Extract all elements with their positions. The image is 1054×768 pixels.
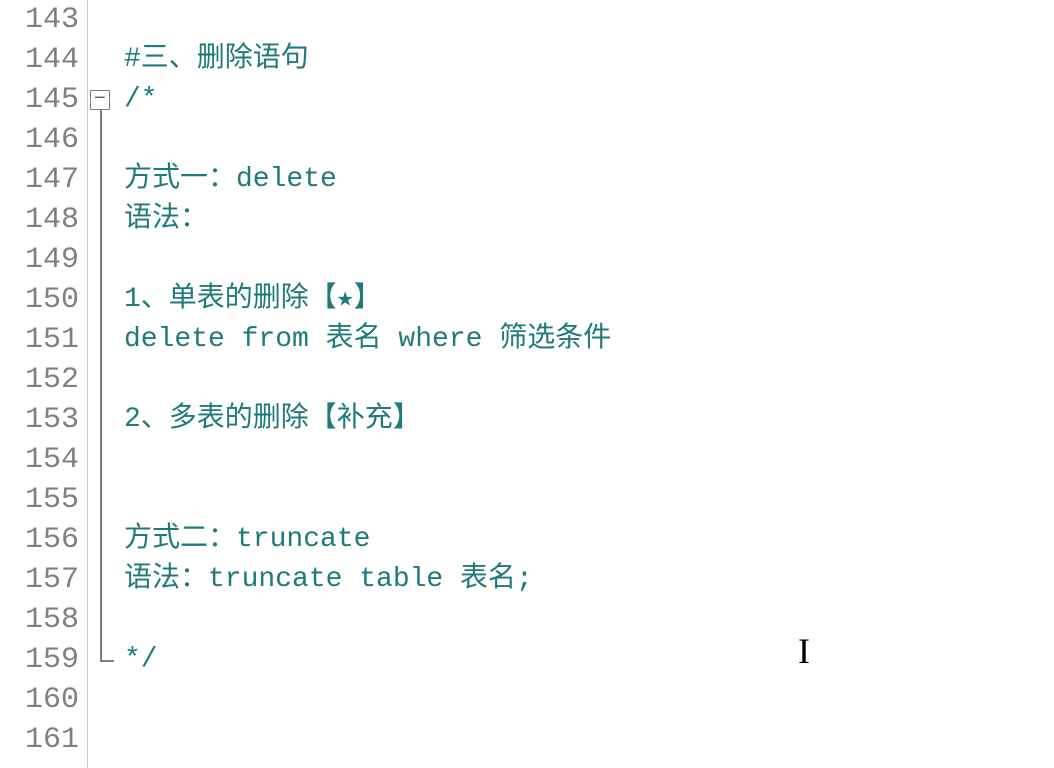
line-number: 148 <box>0 200 87 240</box>
code-line[interactable]: 方式二：truncate <box>118 520 1054 560</box>
code-line[interactable] <box>118 360 1054 400</box>
line-number: 143 <box>0 0 87 40</box>
code-line[interactable] <box>118 0 1054 40</box>
code-line[interactable]: 1、单表的删除【★】 <box>118 280 1054 320</box>
line-number: 155 <box>0 480 87 520</box>
line-number: 149 <box>0 240 87 280</box>
code-line[interactable]: */ <box>118 640 1054 680</box>
code-line[interactable] <box>118 680 1054 720</box>
line-number: 158 <box>0 600 87 640</box>
line-number: 157 <box>0 560 87 600</box>
line-number: 152 <box>0 360 87 400</box>
fold-toggle-icon[interactable]: − <box>90 90 110 110</box>
code-line[interactable]: 语法：truncate table 表名; <box>118 560 1054 600</box>
code-line[interactable]: /* <box>118 80 1054 120</box>
code-line[interactable]: delete from 表名 where 筛选条件 <box>118 320 1054 360</box>
line-number: 160 <box>0 680 87 720</box>
code-line[interactable]: #三、删除语句 <box>118 40 1054 80</box>
line-number: 145 <box>0 80 87 120</box>
line-number: 153 <box>0 400 87 440</box>
line-number: 154 <box>0 440 87 480</box>
code-line[interactable] <box>118 240 1054 280</box>
line-number: 159 <box>0 640 87 680</box>
line-number: 156 <box>0 520 87 560</box>
line-number: 150 <box>0 280 87 320</box>
code-line[interactable] <box>118 600 1054 640</box>
line-number: 161 <box>0 720 87 760</box>
line-number: 146 <box>0 120 87 160</box>
fold-guide-vertical <box>100 110 102 660</box>
fold-guide-end <box>100 660 114 662</box>
line-number: 147 <box>0 160 87 200</box>
code-line[interactable]: 语法： <box>118 200 1054 240</box>
code-line[interactable] <box>118 720 1054 760</box>
code-editor-area[interactable]: I #三、删除语句/*方式一：delete语法：1、单表的删除【★】delete… <box>118 0 1054 768</box>
fold-column: − <box>88 0 118 768</box>
fold-symbol: − <box>94 90 106 110</box>
line-number: 151 <box>0 320 87 360</box>
code-line[interactable] <box>118 120 1054 160</box>
code-line[interactable] <box>118 480 1054 520</box>
line-number: 144 <box>0 40 87 80</box>
line-number-gutter: 1431441451461471481491501511521531541551… <box>0 0 88 768</box>
code-line[interactable] <box>118 440 1054 480</box>
code-line[interactable]: 方式一：delete <box>118 160 1054 200</box>
code-line[interactable]: 2、多表的删除【补充】 <box>118 400 1054 440</box>
